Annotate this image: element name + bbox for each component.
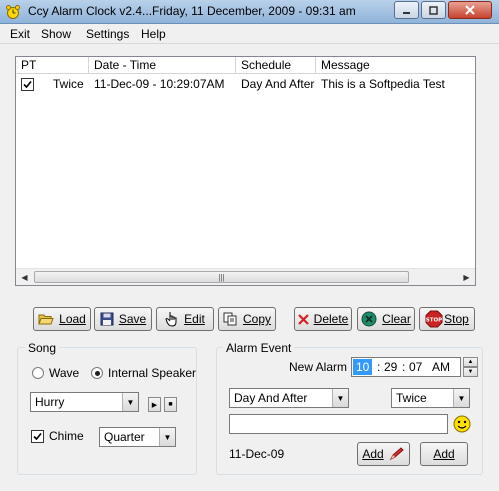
song-group-label: Song <box>25 341 60 355</box>
chevron-down-icon: ▼ <box>453 389 469 407</box>
play-button[interactable]: ▶ <box>148 397 161 412</box>
internal-speaker-radio[interactable] <box>91 367 103 379</box>
delete-label: Delete <box>313 312 349 326</box>
load-label: Load <box>59 312 86 326</box>
stop-label: Stop <box>444 312 469 326</box>
clear-label: Clear <box>382 312 411 326</box>
add-alarm-label: Add <box>433 447 455 461</box>
close-button[interactable] <box>448 1 492 19</box>
row-message: This is a Softpedia Test <box>321 77 445 91</box>
schedule-select-value: Day And After <box>234 391 308 405</box>
time-separator: : <box>377 360 381 374</box>
copy-icon <box>223 312 237 326</box>
delete-x-icon <box>297 313 309 325</box>
minimize-icon <box>403 11 410 14</box>
add-message-label: Add <box>362 447 384 461</box>
repeat-select[interactable]: Twice ▼ <box>391 388 470 408</box>
menu-bar: Exit Show Settings Help <box>0 24 499 44</box>
floppy-disk-icon <box>100 312 114 326</box>
alarm-list[interactable]: PT Date - Time Schedule Message Twice 11… <box>15 56 476 286</box>
chime-checkbox[interactable] <box>31 430 44 443</box>
menu-show[interactable]: Show <box>41 27 71 41</box>
edit-label: Edit <box>184 312 205 326</box>
title-bar: Ccy Alarm Clock v2.4...Friday, 11 Decemb… <box>0 0 499 24</box>
song-select-value: Hurry <box>35 395 65 409</box>
scroll-thumb[interactable]: ||| <box>34 271 409 283</box>
row-enabled-checkbox[interactable] <box>21 78 34 91</box>
menu-exit[interactable]: Exit <box>10 27 30 41</box>
chime-select[interactable]: Quarter ▼ <box>99 427 176 447</box>
stop-button[interactable]: STOP Stop <box>419 307 475 331</box>
menu-help[interactable]: Help <box>141 27 166 41</box>
copy-label: Copy <box>242 312 271 326</box>
stop-sign-icon: STOP <box>425 310 443 328</box>
maximize-icon <box>429 5 438 15</box>
scroll-left-icon[interactable]: ◀ <box>16 269 33 285</box>
column-message[interactable]: Message <box>316 57 475 74</box>
wave-label: Wave <box>49 366 80 380</box>
alarm-message-input[interactable] <box>229 414 448 434</box>
svg-text:STOP: STOP <box>426 318 442 324</box>
arrow-down-icon: ▼ <box>467 369 474 375</box>
internal-speaker-label: Internal Speaker <box>108 366 197 380</box>
load-button[interactable]: Load <box>33 307 91 331</box>
scroll-right-icon[interactable]: ▶ <box>458 269 475 285</box>
row-datetime: 11-Dec-09 - 10:29:07AM <box>94 77 225 91</box>
column-pt[interactable]: PT <box>16 57 89 74</box>
repeat-select-value: Twice <box>396 391 427 405</box>
alarm-hour[interactable]: 10 <box>353 359 373 375</box>
clear-icon <box>361 311 377 327</box>
alarm-list-header: PT Date - Time Schedule Message <box>16 57 475 74</box>
new-alarm-time-picker[interactable]: 10 : 29 : 07 AM <box>351 357 461 377</box>
time-separator: : <box>402 360 406 374</box>
chevron-down-icon: ▼ <box>122 393 138 411</box>
horizontal-scrollbar[interactable]: ◀ ||| ▶ <box>16 268 475 285</box>
add-alarm-button[interactable]: Add <box>420 442 468 466</box>
save-label: Save <box>118 312 147 326</box>
chevron-down-icon: ▼ <box>159 428 175 446</box>
stop-play-button[interactable]: ■ <box>164 397 177 412</box>
schedule-select[interactable]: Day And After ▼ <box>229 388 349 408</box>
row-repeat: Twice <box>53 77 84 91</box>
alarm-ampm[interactable]: AM <box>432 360 450 374</box>
new-alarm-label: New Alarm : <box>289 360 354 374</box>
play-icon: ▶ <box>151 401 158 409</box>
alarm-clock-icon <box>6 5 20 19</box>
hand-pointer-icon <box>165 312 177 327</box>
time-spin-up[interactable]: ▲ <box>463 357 478 367</box>
minimize-button[interactable] <box>394 1 419 19</box>
alarm-second[interactable]: 07 <box>409 360 422 374</box>
copy-button[interactable]: Copy <box>218 307 276 331</box>
save-button[interactable]: Save <box>94 307 152 331</box>
row-schedule: Day And After <box>241 77 315 91</box>
checkmark-icon <box>23 80 32 89</box>
maximize-button[interactable] <box>421 1 446 19</box>
add-message-button[interactable]: Add <box>357 442 410 466</box>
clear-button[interactable]: Clear <box>357 307 415 331</box>
stop-small-icon: ■ <box>168 401 173 408</box>
column-schedule[interactable]: Schedule <box>236 57 316 74</box>
edit-button[interactable]: Edit <box>156 307 214 331</box>
chime-select-value: Quarter <box>104 430 145 444</box>
chevron-down-icon: ▼ <box>332 389 348 407</box>
pencil-icon <box>389 447 404 461</box>
window-title: Ccy Alarm Clock v2.4...Friday, 11 Decemb… <box>28 4 356 18</box>
column-date-time[interactable]: Date - Time <box>89 57 236 74</box>
delete-button[interactable]: Delete <box>294 307 352 331</box>
time-spin-down[interactable]: ▼ <box>463 367 478 377</box>
alarm-minute[interactable]: 29 <box>384 360 397 374</box>
close-icon <box>465 5 475 15</box>
arrow-up-icon: ▲ <box>467 359 474 365</box>
alarm-date-text: 11-Dec-09 <box>229 447 285 461</box>
song-select[interactable]: Hurry ▼ <box>30 392 139 412</box>
folder-open-icon <box>38 314 54 325</box>
chime-label: Chime <box>49 429 84 443</box>
smiley-icon[interactable] <box>453 415 471 433</box>
checkmark-icon <box>33 432 42 441</box>
alarm-event-group-label: Alarm Event <box>223 341 295 355</box>
menu-settings[interactable]: Settings <box>86 27 129 41</box>
table-row[interactable]: Twice 11-Dec-09 - 10:29:07AM Day And Aft… <box>16 76 475 93</box>
wave-radio[interactable] <box>32 367 44 379</box>
